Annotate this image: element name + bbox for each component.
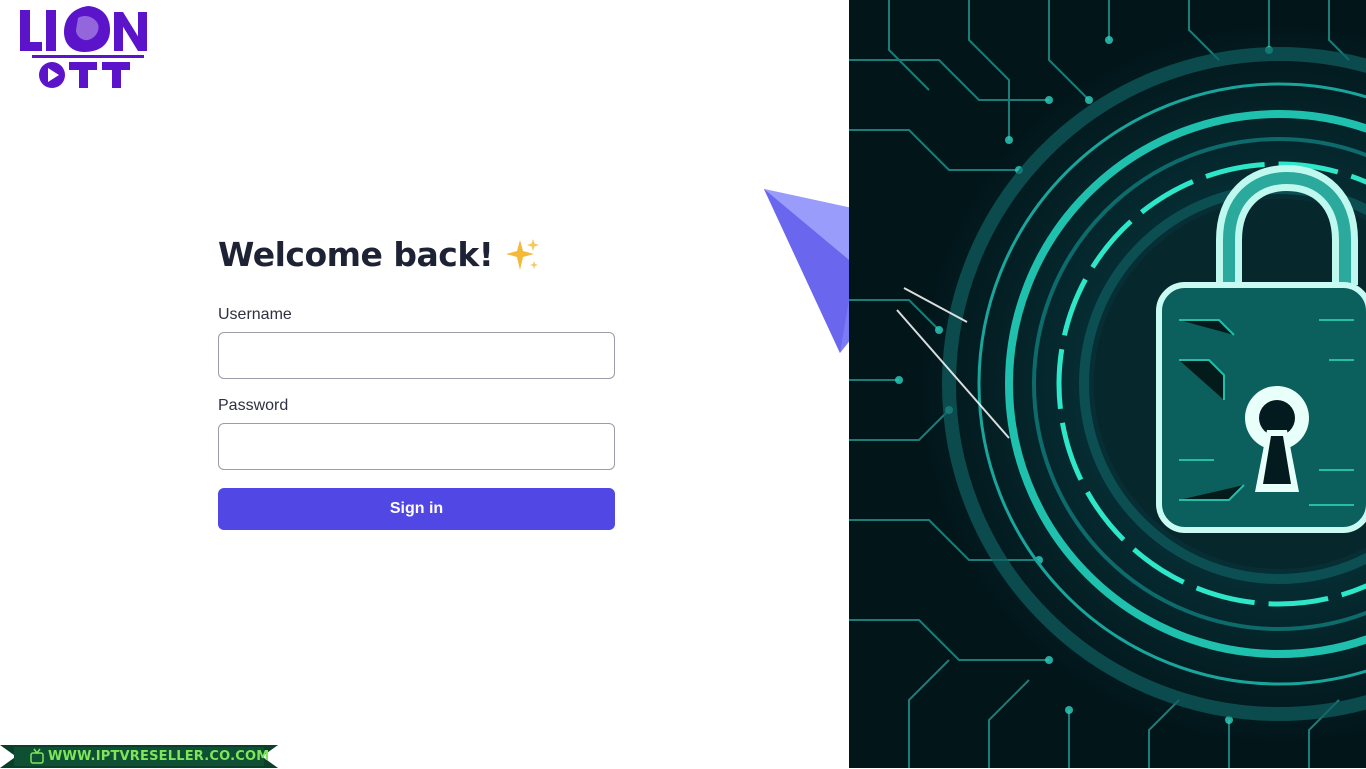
password-label: Password	[218, 397, 289, 414]
tv-icon	[30, 748, 44, 769]
username-label: Username	[218, 306, 292, 323]
sign-in-button[interactable]: Sign in	[218, 488, 615, 530]
website-link[interactable]: WWW.IPTVRESELLER.CO.COM	[48, 749, 269, 764]
login-form: Welcome back! Username Password Sign in	[218, 232, 615, 530]
lion-ott-logo	[20, 6, 147, 88]
page-title: Welcome back!	[218, 232, 615, 278]
username-input[interactable]	[218, 332, 615, 379]
welcome-title: Welcome back!	[218, 235, 494, 274]
password-input[interactable]	[218, 423, 615, 470]
hero-panel	[849, 0, 1366, 768]
circuit-padlock-illustration	[849, 0, 1366, 768]
sparkles-icon	[505, 237, 541, 273]
